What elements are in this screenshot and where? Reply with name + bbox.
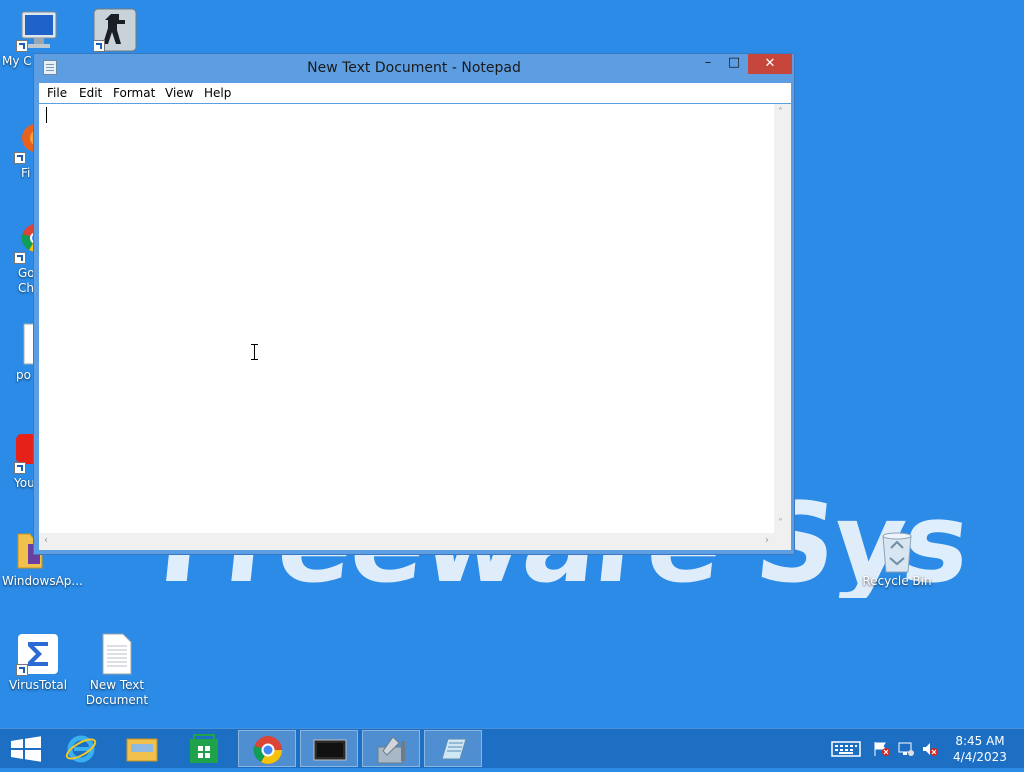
chrome-icon (253, 736, 282, 764)
chrome-icon (14, 220, 34, 264)
firefox-icon (14, 120, 34, 164)
desktop-icon-label: New Text Document (85, 678, 149, 707)
system-clock[interactable]: 8:45 AM 4/4/2023 (945, 733, 1015, 765)
text-editor[interactable]: ˄ ˅ ‹ › (39, 104, 791, 550)
menu-bar: File Edit Format View Help (39, 83, 791, 103)
recycle-bin-icon (875, 528, 919, 573)
desktop-icon-label: VirusTotal (8, 678, 68, 692)
minimize-button[interactable]: – (694, 54, 722, 74)
text-caret (46, 107, 47, 123)
start-button[interactable] (0, 730, 58, 767)
taskbar-store[interactable] (175, 730, 233, 767)
virustotal-icon (16, 632, 60, 676)
desktop-icon-label: Recycle Bin (862, 574, 932, 588)
folder-icon (126, 738, 158, 762)
ibeam-cursor-icon (250, 344, 260, 360)
store-icon (190, 734, 218, 763)
menu-view[interactable]: View (165, 86, 193, 100)
scroll-left-icon[interactable]: ‹ (44, 536, 48, 546)
horizontal-scrollbar[interactable]: ‹ › (39, 533, 774, 550)
computer-icon (16, 8, 60, 52)
menu-help[interactable]: Help (204, 86, 231, 100)
scroll-right-icon[interactable]: › (765, 536, 769, 546)
desktop-icon-virustotal[interactable]: VirusTotal (0, 632, 76, 693)
notepad-icon (441, 738, 467, 760)
scroll-up-icon[interactable]: ˄ (778, 108, 783, 118)
network-icon[interactable] (897, 741, 915, 761)
desktop-icon-counter-strike[interactable] (77, 8, 153, 52)
volume-muted-icon[interactable] (921, 741, 939, 761)
monitor-icon (313, 739, 347, 761)
windows-logo-icon (11, 736, 41, 762)
desktop-icon-new-text-document[interactable]: New Text Document (79, 632, 155, 708)
counter-strike-icon (93, 8, 137, 52)
youtube-icon (14, 430, 34, 474)
taskbar-chrome[interactable] (238, 730, 296, 767)
keyboard-icon[interactable] (831, 740, 861, 762)
notepad-window[interactable]: New Text Document - Notepad – □ ✕ File E… (33, 53, 795, 555)
clock-time: 8:45 AM (955, 734, 1005, 748)
desktop-icon-recycle-bin[interactable]: Recycle Bin (859, 528, 935, 589)
taskbar-file-explorer[interactable] (113, 730, 171, 767)
file-icon (20, 322, 34, 366)
resize-grip[interactable] (774, 533, 791, 550)
menu-file[interactable]: File (47, 86, 67, 100)
title-bar[interactable]: New Text Document - Notepad – □ ✕ (34, 54, 794, 82)
action-center-flag-icon[interactable] (873, 741, 891, 761)
menu-format[interactable]: Format (113, 86, 155, 100)
tools-icon (377, 736, 405, 764)
scroll-down-icon[interactable]: ˅ (778, 519, 783, 529)
close-button[interactable]: ✕ (748, 54, 792, 74)
clock-date: 4/4/2023 (953, 750, 1007, 764)
maximize-button[interactable]: □ (720, 54, 748, 74)
text-document-icon (95, 632, 139, 676)
desktop-icon-label: WindowsAp... (2, 574, 83, 588)
taskbar-notepad[interactable] (424, 730, 482, 767)
taskbar-terminal[interactable] (300, 730, 358, 767)
ie-icon (65, 735, 97, 763)
window-title: New Text Document - Notepad (307, 60, 521, 76)
menu-edit[interactable]: Edit (79, 86, 102, 100)
taskbar-tools[interactable] (362, 730, 420, 767)
vertical-scrollbar[interactable]: ˄ ˅ (774, 104, 791, 533)
taskbar-internet-explorer[interactable] (52, 730, 110, 767)
taskbar: 8:45 AM 4/4/2023 (0, 728, 1024, 768)
